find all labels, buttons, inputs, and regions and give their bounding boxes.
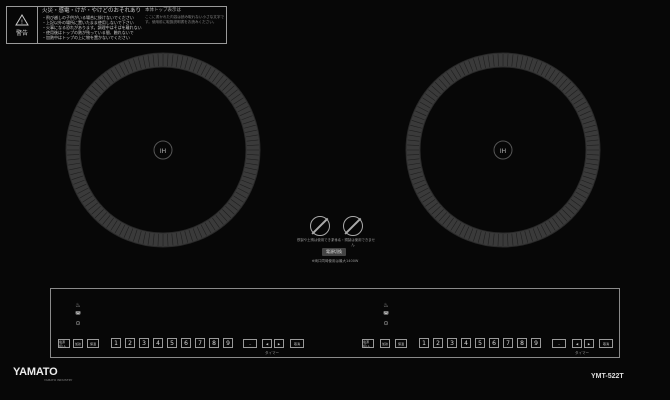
right-minus-button[interactable]: −	[552, 339, 566, 348]
left-level-5[interactable]: 5	[167, 338, 177, 348]
dual-use-note: ※両口同時使用は最大1400W	[311, 259, 359, 263]
right-level-3[interactable]: 3	[447, 338, 457, 348]
right-keepwarm-button[interactable]: 保温	[395, 339, 407, 348]
left-level-3[interactable]: 3	[139, 338, 149, 348]
svg-text:!: !	[21, 19, 23, 26]
right-level-9[interactable]: 9	[531, 338, 541, 348]
left-timer-label: タイマー	[265, 351, 279, 355]
right-reset-button[interactable]: 取消	[599, 339, 613, 348]
no-metal-icon	[343, 216, 363, 236]
kettle-icon: ♨	[75, 302, 81, 309]
left-burner[interactable]: IH	[65, 52, 261, 248]
left-level-9[interactable]: 9	[223, 338, 233, 348]
cooktop: ! 警告 火災・感電・けが・やけどのおそれあり ・飛び越しの子供がいる場合に掛け…	[0, 0, 670, 400]
warning-triangle-icon: !	[15, 13, 29, 26]
power-switch-label: 電源切換	[322, 248, 346, 256]
no-pan-icon	[310, 216, 330, 236]
left-level-6[interactable]: 6	[181, 338, 191, 348]
right-timer-down-button[interactable]: ◀	[572, 339, 582, 348]
brand-subtitle: YAMATO INDUSTRY	[44, 378, 73, 382]
warning-item: ・加熱中はトップの上に物を置かないでください	[42, 35, 130, 40]
left-level-8[interactable]: 8	[209, 338, 219, 348]
top-caption: 本体トップ表示は	[145, 8, 181, 13]
brand-logo: YAMATO	[13, 366, 58, 378]
right-level-8[interactable]: 8	[517, 338, 527, 348]
right-timer-label: タイマー	[575, 351, 589, 355]
right-power-button[interactable]: 電源 切/入	[362, 339, 374, 348]
pot-icon: ◚	[383, 311, 389, 318]
left-keepwarm-button[interactable]: 保温	[87, 339, 99, 348]
left-level-4[interactable]: 4	[153, 338, 163, 348]
warning-mark: ! 警告	[7, 7, 38, 43]
left-timer-up-button[interactable]: ▶	[274, 339, 284, 348]
top-caption-note: ここに書かれた内容は読み取れない小さな文字です。使用前に取扱説明書をお読みくださ…	[145, 15, 225, 24]
left-heat-button[interactable]: 加熱	[73, 339, 83, 348]
warning-label: 警告	[15, 29, 28, 37]
right-heat-button[interactable]: 加熱	[380, 339, 390, 348]
left-power-button[interactable]: 電源 切/入	[58, 339, 70, 348]
right-ih-label: IH	[500, 148, 506, 155]
right-level-1[interactable]: 1	[419, 338, 429, 348]
right-burner[interactable]: IH	[405, 52, 601, 248]
right-level-5[interactable]: 5	[475, 338, 485, 348]
left-timer-down-button[interactable]: ◀	[262, 339, 272, 348]
right-timer-up-button[interactable]: ▶	[584, 339, 594, 348]
right-level-4[interactable]: 4	[461, 338, 471, 348]
kettle-icon: ♨	[383, 302, 389, 309]
left-reset-button[interactable]: 取消	[290, 339, 304, 348]
left-minus-button[interactable]: −	[243, 339, 257, 348]
warning-box: ! 警告 火災・感電・けが・やけどのおそれあり ・飛び越しの子供がいる場合に掛け…	[6, 6, 227, 44]
lock-icon: ⊙	[383, 320, 389, 327]
right-level-6[interactable]: 6	[489, 338, 499, 348]
model-number: YMT-522T	[591, 373, 624, 380]
left-ih-label: IH	[160, 148, 166, 155]
right-level-2[interactable]: 2	[433, 338, 443, 348]
left-level-7[interactable]: 7	[195, 338, 205, 348]
lock-icon: ⊙	[75, 320, 81, 327]
warning-headline: 火災・感電・けが・やけどのおそれあり	[42, 8, 142, 14]
left-level-1[interactable]: 1	[111, 338, 121, 348]
pot-icon: ◚	[75, 311, 81, 318]
right-level-7[interactable]: 7	[503, 338, 513, 348]
left-level-2[interactable]: 2	[125, 338, 135, 348]
prohibit-caption-right: アルミ・銅製は使用できません	[331, 238, 375, 247]
